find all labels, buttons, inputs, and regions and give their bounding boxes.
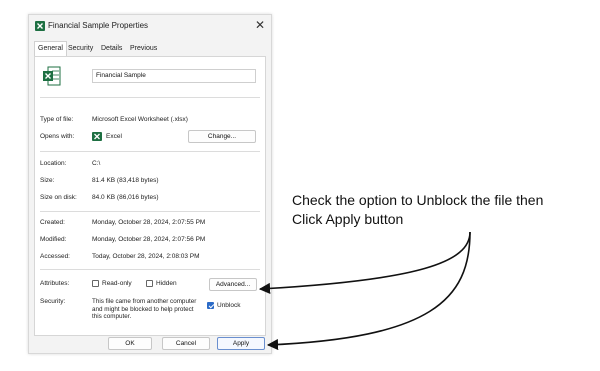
excel-file-icon: [35, 21, 45, 31]
opens-with-label: Opens with:: [40, 133, 75, 140]
unblock-checkbox[interactable]: [207, 302, 214, 309]
read-only-checkbox[interactable]: [92, 280, 99, 287]
excel-file-icon: [43, 66, 61, 86]
divider: [40, 211, 260, 212]
properties-dialog: Financial Sample Properties ✕ General Se…: [28, 14, 272, 354]
arrow-icon: [258, 231, 471, 295]
change-button[interactable]: Change...: [188, 130, 256, 143]
hidden-label: Hidden: [156, 280, 177, 287]
security-label: Security:: [40, 298, 66, 305]
divider: [40, 151, 260, 152]
tab-general[interactable]: General: [34, 41, 67, 56]
general-panel: Financial Sample Type of file: Microsoft…: [34, 56, 266, 336]
file-name-field[interactable]: Financial Sample: [92, 69, 256, 83]
hidden-checkbox[interactable]: [146, 280, 153, 287]
arrow-icon: [266, 231, 471, 351]
type-of-file-label: Type of file:: [40, 116, 74, 123]
close-icon[interactable]: ✕: [255, 18, 265, 32]
type-of-file-value: Microsoft Excel Worksheet (.xlsx): [92, 116, 188, 123]
apply-button[interactable]: Apply: [217, 337, 265, 350]
location-label: Location:: [40, 160, 67, 167]
created-label: Created:: [40, 219, 65, 226]
tab-details[interactable]: Details: [98, 42, 125, 56]
size-on-disk-label: Size on disk:: [40, 194, 77, 201]
size-on-disk-value: 84.0 KB (86,016 bytes): [92, 194, 159, 201]
instruction-annotation: Check the option to Unblock the file the…: [292, 191, 592, 229]
instruction-line-1: Check the option to Unblock the file the…: [292, 192, 544, 208]
opens-with-value: Excel: [106, 133, 122, 140]
read-only-label: Read-only: [102, 280, 132, 287]
modified-label: Modified:: [40, 236, 67, 243]
location-value: C:\: [92, 160, 101, 167]
attributes-label: Attributes:: [40, 280, 70, 287]
advanced-button[interactable]: Advanced...: [209, 278, 257, 291]
window-title: Financial Sample Properties: [48, 21, 149, 30]
cancel-button[interactable]: Cancel: [162, 337, 210, 350]
title-bar: Financial Sample Properties ✕: [29, 15, 271, 39]
tab-previous-versions[interactable]: Previous Versions: [127, 42, 160, 66]
size-label: Size:: [40, 177, 55, 184]
divider: [40, 97, 260, 98]
tab-security[interactable]: Security: [65, 42, 96, 56]
accessed-label: Accessed:: [40, 253, 70, 260]
security-message: This file came from another computer and…: [92, 298, 197, 320]
size-value: 81.4 KB (83,418 bytes): [92, 177, 159, 184]
unblock-label: Unblock: [217, 302, 241, 309]
divider: [40, 269, 260, 270]
ok-button[interactable]: OK: [108, 337, 152, 350]
instruction-line-2: Click Apply button: [292, 211, 404, 227]
excel-app-icon: [92, 132, 102, 141]
modified-value: Monday, October 28, 2024, 2:07:56 PM: [92, 236, 206, 243]
created-value: Monday, October 28, 2024, 2:07:55 PM: [92, 219, 206, 226]
accessed-value: Today, October 28, 2024, 2:08:03 PM: [92, 253, 200, 260]
